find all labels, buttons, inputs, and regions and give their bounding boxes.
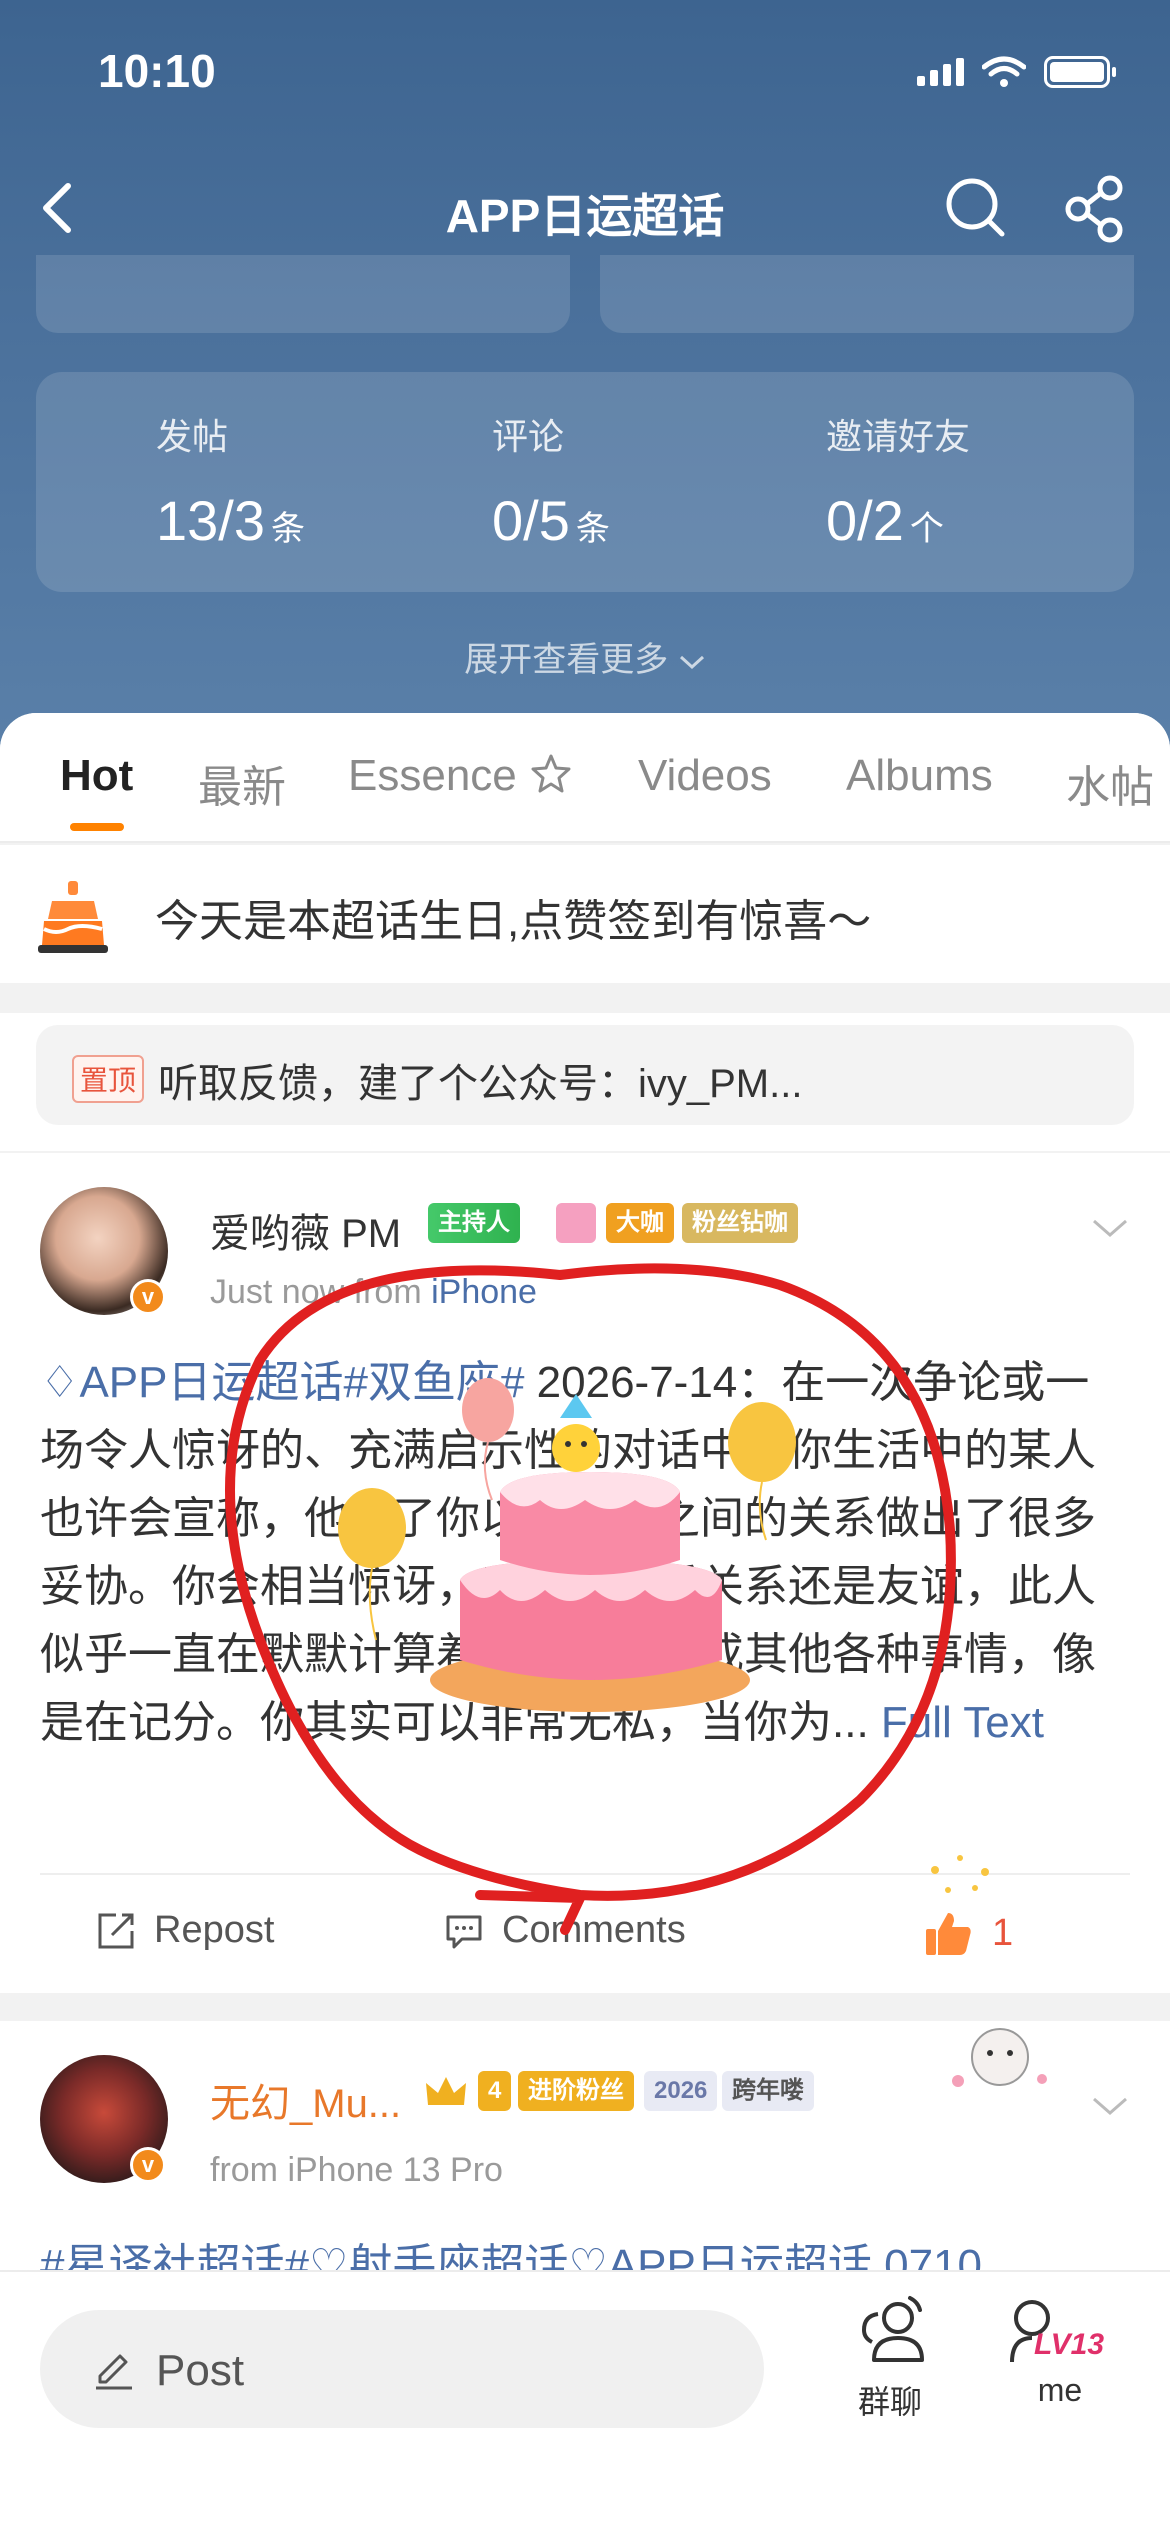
star-icon <box>531 754 571 793</box>
fan-tier-number: 4 <box>478 2071 512 2111</box>
share-icon[interactable] <box>1060 174 1130 244</box>
post-card: v 爱哟薇 PM 主持人 大咖 粉丝钻咖 Just now from iPhon… <box>0 1153 1170 1993</box>
like-count: 1 <box>992 1911 1014 1954</box>
tab-hot[interactable]: Hot <box>60 751 133 801</box>
repost-label: Repost <box>154 1909 275 1951</box>
status-time: 10:10 <box>98 45 216 97</box>
management-row <box>36 255 1134 333</box>
pinned-post[interactable]: 置顶 听取反馈，建了个公众号：ivy_PM... <box>36 1025 1134 1125</box>
stat-invites: 邀请好友 0/2 个 <box>826 408 970 553</box>
repost-icon <box>98 1913 134 1948</box>
comments-label: Comments <box>502 1909 686 1951</box>
group-chat-button[interactable]: 群聊 <box>840 2294 940 2423</box>
stat-label: 发帖 <box>156 416 229 457</box>
sticker-decoration <box>930 2021 1070 2111</box>
post-username[interactable]: 爱哟薇 PM <box>210 1201 401 1259</box>
host-card[interactable] <box>600 255 1134 333</box>
cake-icon <box>38 881 108 953</box>
chevron-down-icon[interactable] <box>1090 1213 1130 1243</box>
group-chat-label: 群聊 <box>857 2384 922 2420</box>
vip-badge: 大咖 <box>606 1203 674 1243</box>
comments-button[interactable]: Comments <box>444 1909 686 1952</box>
crown-icon <box>426 2077 466 2105</box>
content-panel: Hot 最新 Essence Videos Albums 水帖 今天是本超话生日… <box>0 713 1170 2532</box>
battery-icon <box>1044 56 1116 88</box>
verified-icon: v <box>130 1279 166 1315</box>
stat-label: 评论 <box>492 416 565 457</box>
post-date: 2026-7-14 <box>536 1358 738 1407</box>
post-time: Just now <box>210 1273 345 1311</box>
post-meta: from iPhone 13 Pro <box>210 2151 503 2189</box>
pinned-section: 置顶 听取反馈，建了个公众号：ivy_PM... <box>0 1013 1170 1151</box>
me-label: me <box>1037 2372 1083 2408</box>
tab-latest[interactable]: 最新 <box>198 751 286 815</box>
post-text: ：在一次争论或一场令人惊讶的、充满启示性的对话中，你生活中的某人也许会宣称，他为… <box>40 1358 1096 1747</box>
post-source[interactable]: iPhone <box>431 1273 537 1311</box>
post-meta: Just now from iPhone <box>210 1273 537 1312</box>
post-actions: Repost Comments 1 <box>40 1873 1130 1993</box>
tab-active-indicator <box>70 823 124 831</box>
tab-essence-label: Essence <box>348 751 517 800</box>
stat-label: 邀请好友 <box>826 416 971 457</box>
pencil-icon <box>96 2354 132 2390</box>
stat-posts: 发帖 13/3 条 <box>156 408 305 553</box>
thumbs-up-icon <box>926 1913 971 1955</box>
profile-level-icon: LV13 <box>1000 2294 1120 2368</box>
status-icons <box>917 56 1116 88</box>
year-badge: 2026 <box>644 2071 718 2111</box>
status-bar: 10:10 <box>0 0 1170 150</box>
fan-level-badge: 粉丝钻咖 <box>682 1203 798 1243</box>
post-username[interactable]: 无幻_Mu... <box>210 2071 401 2129</box>
gem-icon <box>556 1203 596 1243</box>
repost-button[interactable]: Repost <box>96 1909 274 1952</box>
stat-value: 0/5 条 <box>492 489 610 552</box>
full-text-link[interactable]: Full Text <box>881 1698 1044 1747</box>
pinned-badge: 置顶 <box>72 1055 145 1103</box>
pinned-text: 听取反馈，建了个公众号：ivy_PM... <box>158 1062 803 1106</box>
management-card[interactable] <box>36 255 570 333</box>
birthday-banner[interactable]: 今天是本超话生日,点赞签到有惊喜～ <box>0 845 1170 983</box>
wifi-icon <box>982 56 1026 87</box>
birthday-text: 今天是本超话生日,点赞签到有惊喜～ <box>155 897 872 946</box>
comment-icon <box>446 1915 482 1948</box>
chevron-down-icon[interactable] <box>1090 2091 1130 2121</box>
post-compose-button[interactable]: Post <box>40 2310 764 2428</box>
stat-value: 13/3 条 <box>156 489 305 552</box>
me-button[interactable]: LV13 me <box>1000 2294 1120 2409</box>
post-body: ♢APP日运超话#双鱼座# 2026-7-14：在一次争论或一场令人惊讶的、充满… <box>40 1349 1130 1757</box>
expand-label: 展开查看更多 <box>464 641 669 679</box>
topic-link[interactable]: ♢APP日运超话#双鱼座# <box>40 1358 524 1407</box>
signal-icon <box>917 58 964 86</box>
tab-water-posts[interactable]: 水帖 <box>1066 751 1154 815</box>
advanced-fan-badge: 进阶粉丝 <box>518 2071 634 2111</box>
tab-essence[interactable]: Essence <box>348 751 573 801</box>
new-year-badge: 跨年喽 <box>722 2071 814 2111</box>
group-chat-icon <box>861 2296 924 2362</box>
expand-more[interactable]: 展开查看更多 <box>0 632 1170 681</box>
host-badge: 主持人 <box>428 1203 520 1243</box>
topic-header: 10:10 APP日运超话 发帖 13/3 条 评论 0/5 条 邀请好友 0/… <box>0 0 1170 760</box>
bottom-bar: Post 群聊 LV13 me <box>0 2270 1170 2532</box>
search-icon[interactable] <box>940 172 1010 242</box>
stat-comments: 评论 0/5 条 <box>492 408 610 553</box>
tab-videos[interactable]: Videos <box>638 751 772 801</box>
tab-bar: Hot 最新 Essence Videos Albums 水帖 <box>0 713 1170 843</box>
verified-icon: v <box>130 2147 166 2183</box>
post-label: Post <box>156 2346 245 2395</box>
level-badge: LV13 <box>1034 2328 1105 2361</box>
like-button[interactable]: 1 <box>924 1909 1013 1957</box>
nav-bar: APP日运超话 <box>0 160 1170 260</box>
stat-value: 0/2 个 <box>826 489 944 552</box>
post-from: from <box>353 1273 422 1311</box>
tab-albums[interactable]: Albums <box>846 751 993 801</box>
chevron-down-icon <box>679 655 704 670</box>
stats-card: 发帖 13/3 条 评论 0/5 条 邀请好友 0/2 个 <box>36 372 1134 592</box>
topic-text: APP日运超话#双鱼座# <box>79 1358 525 1407</box>
